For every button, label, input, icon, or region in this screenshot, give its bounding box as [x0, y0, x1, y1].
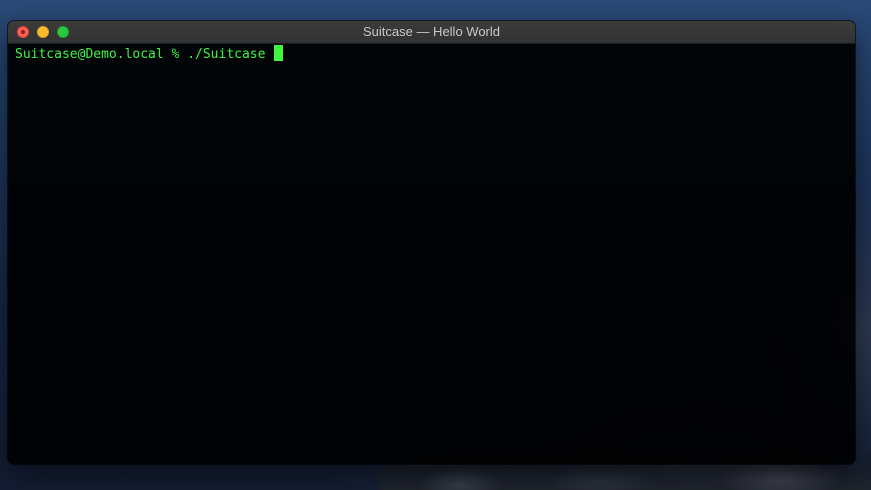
title-bar[interactable]: Suitcase — Hello World	[8, 21, 855, 44]
window-title: Suitcase — Hello World	[362, 24, 501, 39]
terminal-content[interactable]: Suitcase@Demo.local % ./Suitcase	[8, 44, 855, 464]
terminal-window[interactable]: Suitcase — Hello World Suitcase@Demo.loc…	[8, 21, 855, 464]
typed-command: ./Suitcase	[187, 47, 274, 62]
text-cursor	[274, 45, 284, 61]
shell-prompt: Suitcase@Demo.local %	[15, 47, 188, 62]
command-line: Suitcase@Demo.local % ./Suitcase	[15, 45, 848, 63]
